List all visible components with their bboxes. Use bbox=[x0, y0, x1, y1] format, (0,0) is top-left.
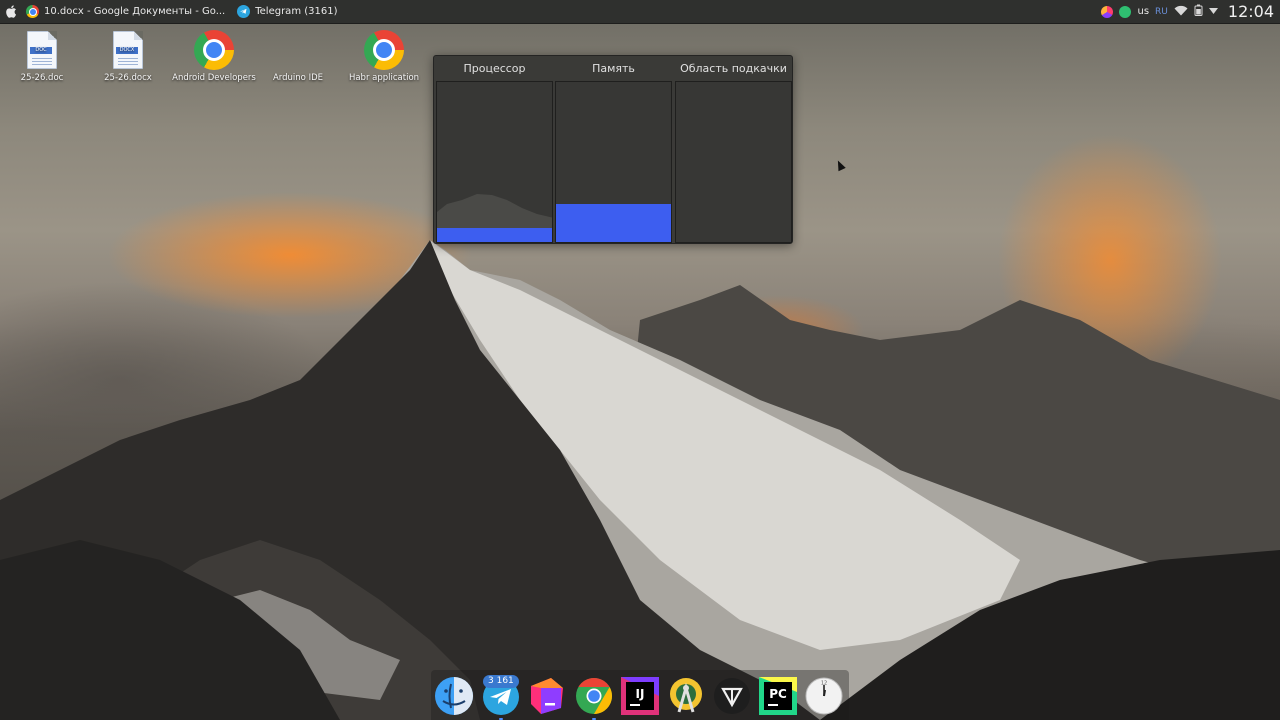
arduino-icon bbox=[256, 28, 340, 72]
dock-item-android-studio[interactable] bbox=[666, 676, 706, 716]
clock-icon-text: 12 bbox=[821, 681, 827, 687]
tor-browser-icon bbox=[714, 678, 750, 714]
jetbrains-toolbox-icon bbox=[531, 678, 563, 714]
chrome-icon bbox=[194, 30, 234, 70]
cpu-usage-bar bbox=[437, 227, 552, 242]
desktop-icon-android-developers[interactable]: Android Developers bbox=[172, 28, 256, 84]
dock-item-telegram[interactable]: 3 161 bbox=[481, 675, 521, 720]
cpu-graph bbox=[436, 81, 553, 243]
apple-icon[interactable] bbox=[2, 0, 20, 24]
clock[interactable]: 12:04 bbox=[1228, 2, 1274, 21]
dock-item-clock[interactable]: 12 bbox=[804, 676, 844, 716]
pycharm-text: PC bbox=[769, 687, 787, 701]
dock-item-pycharm[interactable]: PC bbox=[758, 676, 798, 716]
android-studio-icon bbox=[670, 678, 702, 713]
top-panel: 10.docx - Google Документы - Go... Teleg… bbox=[0, 0, 1280, 24]
finder-icon bbox=[435, 677, 473, 715]
telegram-icon bbox=[237, 5, 251, 18]
dock-item-tor-browser[interactable] bbox=[712, 676, 752, 716]
swap-monitor: Область подкачки bbox=[675, 56, 792, 245]
dock-item-finder[interactable] bbox=[434, 676, 474, 716]
taskbar-item-label: Telegram (3161) bbox=[255, 6, 338, 17]
desktop-icon-25-26-docx[interactable]: DOCX 25-26.docx bbox=[86, 28, 170, 84]
cpu-history-graph bbox=[437, 194, 552, 242]
dock-item-intellij-idea[interactable]: IJ bbox=[620, 676, 660, 716]
docx-file-icon: DOCX bbox=[113, 31, 143, 69]
memory-usage-bar bbox=[556, 203, 671, 242]
desktop-icon-25-26-doc[interactable]: DOC 25-26.doc bbox=[0, 28, 84, 84]
dock-item-jetbrains-toolbox[interactable] bbox=[527, 676, 567, 716]
intellij-idea-text: IJ bbox=[636, 687, 645, 701]
clock-icon: 12 bbox=[805, 677, 843, 715]
keyboard-layout-indicator[interactable]: us bbox=[1137, 6, 1149, 17]
unread-badge: 3 161 bbox=[483, 675, 519, 688]
taskbar-item-google-docs[interactable]: 10.docx - Google Документы - Go... bbox=[20, 0, 231, 24]
memory-graph bbox=[555, 81, 672, 243]
memory-monitor: Память bbox=[555, 56, 672, 245]
dock-item-chrome[interactable] bbox=[574, 676, 614, 720]
google-drive-tray-icon[interactable] bbox=[1119, 5, 1132, 18]
desktop-icon-label: Habr application bbox=[348, 73, 420, 83]
cpu-monitor: Процессор bbox=[436, 56, 553, 245]
chrome-icon bbox=[364, 30, 404, 70]
system-tray: us RU 12:04 bbox=[1101, 0, 1280, 24]
taskbar-item-label: 10.docx - Google Документы - Go... bbox=[44, 6, 226, 17]
wifi-icon[interactable] bbox=[1174, 5, 1188, 19]
memory-monitor-title: Память bbox=[592, 62, 635, 75]
swap-monitor-title: Область подкачки bbox=[680, 62, 787, 75]
cpu-monitor-title: Процессор bbox=[463, 62, 526, 75]
chrome-icon bbox=[576, 678, 613, 714]
desktop-icon-habr-application[interactable]: Habr application bbox=[342, 28, 426, 84]
battery-icon[interactable] bbox=[1194, 4, 1203, 19]
desktop-icon-label: 25-26.doc bbox=[20, 73, 64, 83]
desktop-icon-label: Android Developers bbox=[172, 73, 256, 83]
swap-graph bbox=[675, 81, 792, 243]
system-monitor-widget[interactable]: Процессор Память Область подкачки bbox=[433, 55, 793, 244]
desktop-icon-arduino-ide[interactable]: Arduino IDE bbox=[256, 28, 340, 84]
doc-file-icon: DOC bbox=[27, 31, 57, 69]
chrome-icon bbox=[26, 5, 39, 18]
desktop-icon-label: 25-26.docx bbox=[104, 73, 152, 83]
language-indicator[interactable]: RU bbox=[1155, 7, 1168, 17]
pycharm-icon: PC bbox=[759, 677, 797, 715]
intellij-idea-icon: IJ bbox=[621, 677, 659, 715]
jetbrains-toolbox-tray-icon[interactable] bbox=[1101, 5, 1114, 18]
tray-expand-arrow-icon[interactable] bbox=[1208, 6, 1218, 17]
desktop-icon-label: Arduino IDE bbox=[272, 73, 324, 83]
taskbar-item-telegram[interactable]: Telegram (3161) bbox=[231, 0, 343, 24]
